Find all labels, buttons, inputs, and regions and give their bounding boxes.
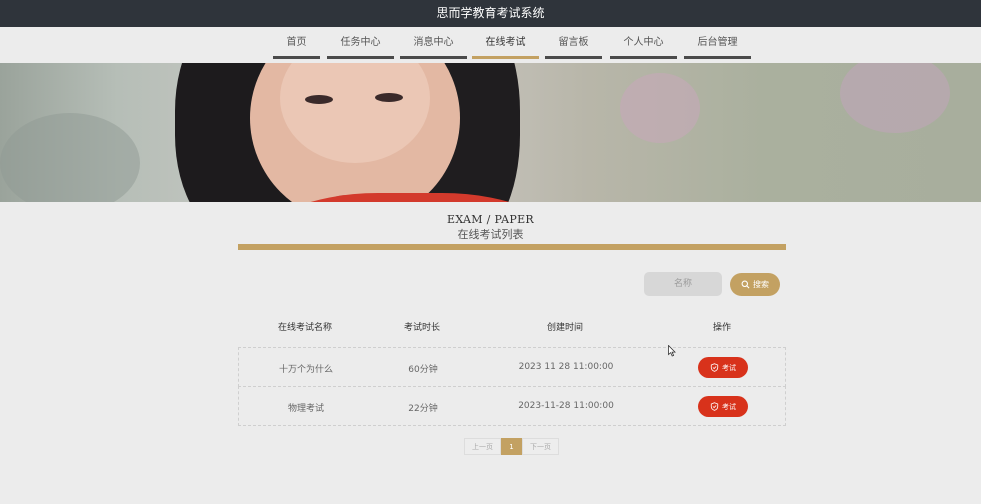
site-title: 思而学教育考试系统 [436,6,545,20]
search-icon [741,280,750,289]
nav-item-admin[interactable]: 后台管理 [684,36,751,59]
start-exam-button[interactable]: 考试 [698,396,748,417]
shield-check-icon [710,402,719,411]
shield-check-icon [710,363,719,372]
main-nav: 首页 任务中心 消息中心 在线考试 留言板 个人中心 后台管理 [0,27,981,63]
top-bar: 思而学教育考试系统 [0,0,981,27]
section-title-cn: 在线考试列表 [457,228,524,241]
pagination-prev-button[interactable]: 上一页 [464,438,501,455]
column-header-created: 创建时间 [546,323,583,333]
pagination-next-button[interactable]: 下一页 [522,438,559,455]
nav-item-message-board[interactable]: 留言板 [545,36,602,59]
pagination-page-1[interactable]: 1 [501,438,522,455]
start-exam-button[interactable]: 考试 [698,357,748,378]
exam-created-time: 2023-11-28 11:00:00 [518,401,614,411]
start-exam-label: 考试 [722,363,736,372]
exam-name: 十万个为什么 [278,365,333,375]
search-button-label: 搜索 [753,280,769,289]
start-exam-label: 考试 [722,402,736,411]
column-header-name: 在线考试名称 [277,323,332,333]
column-header-duration: 考试时长 [403,323,440,333]
section-title-en: EXAM / PAPER [446,213,535,226]
nav-item-home[interactable]: 首页 [273,36,320,59]
exam-created-time: 2023 11 28 11:00:00 [518,362,614,372]
exam-name: 物理考试 [287,404,324,414]
mouse-cursor-icon [668,345,676,357]
nav-item-tasks[interactable]: 任务中心 [327,36,394,59]
column-header-action: 操作 [712,323,731,333]
table-row: 十万个为什么 60分钟 2023 11 28 11:00:00 考试 [238,347,786,387]
table-row: 物理考试 22分钟 2023-11-28 11:00:00 考试 [238,386,786,426]
hero-banner-image [0,63,981,202]
section-divider [238,244,786,250]
exam-duration: 60分钟 [408,365,438,375]
nav-item-messages[interactable]: 消息中心 [400,36,467,59]
nav-item-online-exam[interactable]: 在线考试 [472,36,539,59]
search-input[interactable] [644,272,722,296]
exam-duration: 22分钟 [408,404,438,414]
search-button[interactable]: 搜索 [730,273,780,296]
nav-item-personal-center[interactable]: 个人中心 [610,36,677,59]
